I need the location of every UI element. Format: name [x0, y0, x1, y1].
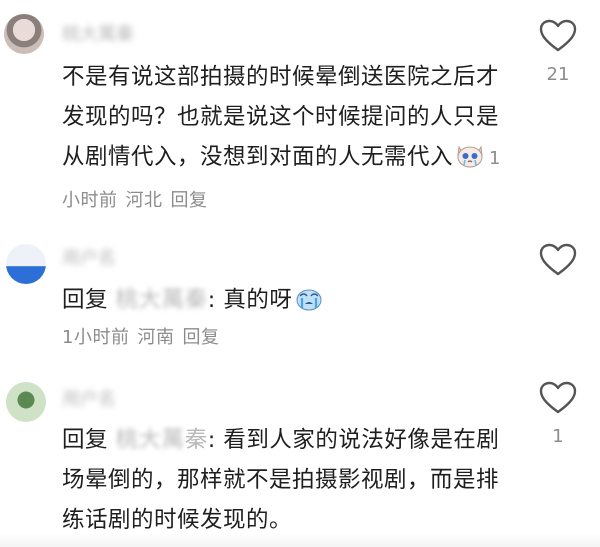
- next-comment-edge: [0, 534, 600, 547]
- reply-prefix: 回复: [62, 427, 109, 453]
- comment-text: 回复 桃大萬秦: 看到人家的说法好像是在剧场晕倒的，那样就不是拍摄影视剧，而是排…: [62, 420, 502, 540]
- reply-prefix: 回复: [62, 287, 109, 313]
- comment-body: : 真的呀: [207, 287, 293, 313]
- avatar[interactable]: [6, 382, 46, 422]
- crying-cat-emoji: [455, 141, 485, 169]
- heart-icon: [539, 243, 577, 276]
- reply-button[interactable]: 回复: [182, 327, 219, 348]
- comment-time: 1小时前: [62, 327, 130, 348]
- mention-username[interactable]: 桃大萬: [116, 427, 185, 453]
- username[interactable]: 桃大萬秦: [62, 22, 134, 48]
- username[interactable]: 用户名: [62, 387, 116, 413]
- mention-username[interactable]: 桃大萬秦: [116, 287, 208, 313]
- heart-icon: [539, 19, 577, 52]
- like-button[interactable]: [538, 242, 578, 278]
- comment-location: 河南: [137, 327, 175, 348]
- comment-text: 回复 桃大萬秦: 真的呀: [62, 280, 502, 320]
- avatar[interactable]: [6, 244, 46, 284]
- avatar[interactable]: [4, 14, 44, 54]
- heart-icon: [539, 381, 577, 414]
- username[interactable]: 用户名: [62, 246, 116, 272]
- crying-face-emoji: [294, 284, 324, 312]
- comment-body: 不是有说这部拍摄的时候晕倒送医院之后才发现的吗？也就是说这个时候提问的人只是从剧…: [62, 64, 500, 170]
- like-button[interactable]: [538, 18, 578, 54]
- comment-text: 不是有说这部拍摄的时候晕倒送医院之后才发现的吗？也就是说这个时候提问的人只是从剧…: [62, 57, 502, 221]
- mention-username-tail[interactable]: 秦: [185, 427, 208, 453]
- comment-location: 河北: [125, 190, 163, 211]
- like-count: 1: [552, 426, 564, 447]
- like-button[interactable]: [538, 380, 578, 416]
- like-count: 21: [546, 64, 570, 85]
- comment-meta: 1小时前 河南 回复: [62, 321, 227, 355]
- reply-button[interactable]: 回复: [171, 190, 208, 211]
